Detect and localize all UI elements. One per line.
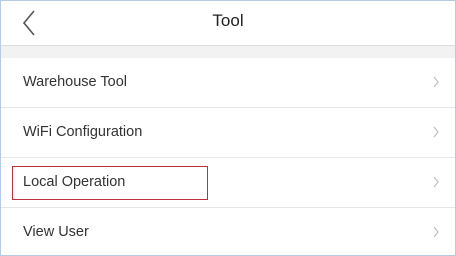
chevron-right-icon <box>433 176 439 188</box>
chevron-right-icon <box>433 76 439 88</box>
menu-item-wifi-configuration[interactable]: WiFi Configuration <box>1 108 455 158</box>
section-gap <box>1 46 455 58</box>
menu-item-local-operation[interactable]: Local Operation <box>1 158 455 208</box>
chevron-right-icon <box>433 126 439 138</box>
menu-item-label: View User <box>23 224 89 240</box>
menu-item-label: Warehouse Tool <box>23 74 127 90</box>
tool-menu-list: Warehouse Tool WiFi Configuration Local … <box>1 58 455 255</box>
app-screen: Tool Warehouse Tool WiFi Configuration L… <box>0 0 456 256</box>
nav-header: Tool <box>1 1 455 46</box>
menu-item-view-user[interactable]: View User <box>1 208 455 255</box>
page-title: Tool <box>212 11 244 30</box>
menu-item-label: Local Operation <box>23 174 126 190</box>
menu-item-warehouse-tool[interactable]: Warehouse Tool <box>1 58 455 108</box>
menu-item-label: WiFi Configuration <box>23 124 143 140</box>
chevron-right-icon <box>433 226 439 238</box>
